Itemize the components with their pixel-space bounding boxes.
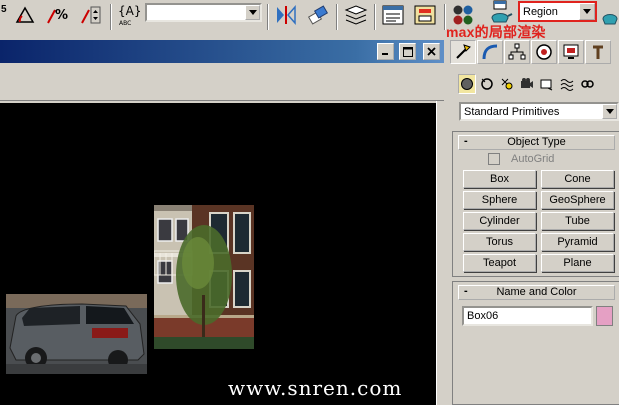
tab-utilities[interactable] bbox=[585, 40, 611, 64]
align-icon[interactable] bbox=[305, 4, 331, 26]
close-icon bbox=[427, 47, 436, 56]
teapot-button[interactable]: Teapot bbox=[463, 254, 536, 272]
command-panel-tabs bbox=[446, 40, 619, 64]
lights-category-button[interactable] bbox=[498, 74, 516, 94]
render-type-value: Region bbox=[523, 6, 558, 18]
watermark-text: www.snren.com bbox=[228, 376, 403, 400]
object-type-title: Object Type bbox=[507, 136, 566, 148]
edit-named-selections-icon[interactable]: {A} ABC bbox=[115, 4, 141, 27]
helpers-category-button[interactable] bbox=[538, 74, 556, 94]
object-color-swatch[interactable] bbox=[596, 306, 613, 326]
shapes-icon bbox=[481, 78, 493, 90]
tab-modify[interactable] bbox=[477, 40, 503, 64]
lights-icon bbox=[501, 78, 513, 90]
autogrid-checkbox[interactable]: AutoGrid bbox=[488, 153, 554, 165]
chevron-down-icon bbox=[602, 104, 617, 119]
geometry-icon bbox=[461, 78, 473, 90]
geosphere-button[interactable]: GeoSphere bbox=[541, 191, 614, 209]
render-type-dropdown[interactable]: Region bbox=[518, 1, 597, 22]
systems-icon bbox=[581, 80, 594, 88]
systems-category-button[interactable] bbox=[578, 74, 596, 94]
geometry-type-dropdown[interactable]: Standard Primitives bbox=[459, 102, 619, 121]
display-tab-icon bbox=[563, 44, 579, 59]
geometry-category-button[interactable] bbox=[458, 74, 476, 94]
viewport-border bbox=[436, 101, 444, 405]
plane-button[interactable]: Plane bbox=[541, 254, 614, 272]
maximize-button[interactable] bbox=[399, 43, 416, 60]
cameras-icon bbox=[521, 78, 533, 88]
tube-button[interactable]: Tube bbox=[541, 212, 614, 230]
layer-manager-icon[interactable] bbox=[342, 4, 370, 26]
cameras-category-button[interactable] bbox=[518, 74, 536, 94]
name-and-color-title: Name and Color bbox=[496, 286, 577, 298]
spinner-snap-icon[interactable] bbox=[78, 4, 104, 26]
curve-editor-icon[interactable] bbox=[380, 4, 406, 26]
mirror-icon[interactable] bbox=[273, 4, 299, 26]
hierarchy-tab-icon bbox=[508, 43, 526, 60]
modify-tab-icon bbox=[482, 44, 498, 60]
sphere-button[interactable]: Sphere bbox=[463, 191, 536, 209]
tab-display[interactable] bbox=[558, 40, 584, 64]
render-viewport[interactable]: www.snren.com bbox=[0, 103, 436, 405]
schematic-view-icon[interactable] bbox=[412, 4, 438, 26]
percent-snap-icon[interactable]: % bbox=[44, 4, 70, 26]
svg-text:{A}: {A} bbox=[118, 4, 141, 18]
box-button[interactable]: Box bbox=[463, 170, 536, 188]
autogrid-checkbox-box[interactable] bbox=[488, 153, 500, 165]
tab-motion[interactable] bbox=[531, 40, 557, 64]
minimize-button[interactable] bbox=[377, 43, 394, 60]
utilities-tab-icon bbox=[593, 45, 603, 59]
helpers-icon bbox=[540, 79, 553, 91]
autogrid-label: AutoGrid bbox=[511, 153, 555, 165]
chevron-down-icon bbox=[579, 3, 595, 20]
shapes-category-button[interactable] bbox=[478, 74, 496, 94]
geometry-type-value: Standard Primitives bbox=[464, 106, 560, 118]
tab-hierarchy[interactable] bbox=[504, 40, 530, 64]
cone-button[interactable]: Cone bbox=[541, 170, 614, 188]
spacewarps-icon bbox=[560, 79, 574, 91]
rendered-region-car bbox=[6, 294, 147, 374]
name-and-color-rollout: - Name and Color bbox=[452, 281, 619, 405]
pyramid-button[interactable]: Pyramid bbox=[541, 233, 614, 251]
tab-create[interactable] bbox=[450, 40, 476, 64]
object-type-rollout-header[interactable]: - Object Type bbox=[458, 135, 615, 150]
create-category-icons bbox=[458, 74, 619, 96]
viewport-titlebar[interactable] bbox=[0, 40, 444, 63]
close-button[interactable] bbox=[423, 43, 440, 60]
quick-render-icon[interactable] bbox=[601, 8, 619, 30]
annotation-label: max的局部渲染 bbox=[446, 24, 546, 40]
torus-button[interactable]: Torus bbox=[463, 233, 536, 251]
toolbar-fragment-label: 5 bbox=[1, 4, 7, 15]
svg-text:ABC: ABC bbox=[119, 20, 131, 27]
chevron-down-icon bbox=[245, 5, 260, 20]
spacewarps-category-button[interactable] bbox=[558, 74, 576, 94]
rendered-region-building bbox=[154, 205, 254, 349]
viewport-toolbar-strip bbox=[0, 63, 444, 101]
cylinder-button[interactable]: Cylinder bbox=[463, 212, 536, 230]
motion-tab-icon bbox=[536, 44, 552, 60]
named-selection-set-dropdown[interactable] bbox=[145, 3, 262, 22]
object-name-field[interactable]: Box06 bbox=[462, 306, 593, 326]
angle-snap-icon[interactable] bbox=[12, 4, 38, 26]
create-tab-icon bbox=[456, 44, 471, 59]
svg-text:%: % bbox=[55, 8, 68, 23]
name-and-color-rollout-header[interactable]: - Name and Color bbox=[458, 285, 615, 300]
maximize-icon bbox=[402, 46, 413, 57]
minimize-icon bbox=[382, 53, 388, 55]
